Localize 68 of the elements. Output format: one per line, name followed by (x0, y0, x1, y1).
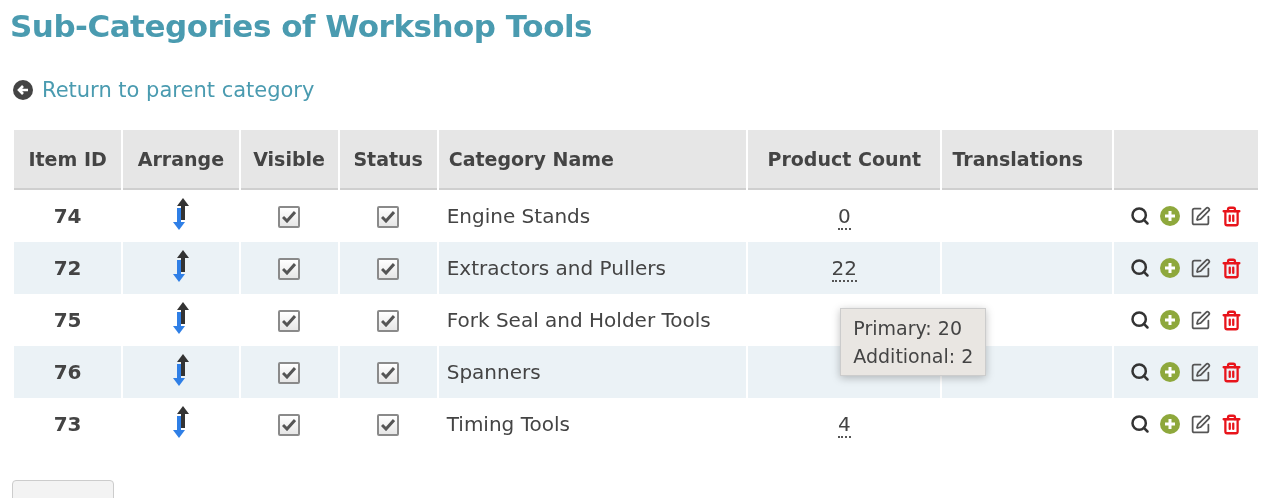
product-count[interactable]: 22 (831, 256, 858, 282)
item-id: 74 (53, 204, 82, 228)
column-header: Item ID (14, 130, 122, 190)
search-icon[interactable] (1130, 414, 1151, 434)
item-id: 75 (53, 308, 82, 332)
category-name: Spanners (446, 360, 541, 384)
category-name: Extractors and Pullers (446, 256, 666, 280)
checkbox[interactable] (278, 310, 301, 333)
add-icon[interactable] (1160, 362, 1181, 382)
checkbox[interactable] (278, 362, 301, 385)
tooltip-line: Primary: 20 (853, 316, 963, 341)
edit-icon[interactable] (1190, 361, 1212, 383)
edit-icon[interactable] (1190, 257, 1212, 279)
edit-icon[interactable] (1190, 413, 1212, 435)
checkbox[interactable] (377, 258, 400, 281)
trash-icon[interactable] (1221, 361, 1243, 383)
checkmark-icon (381, 315, 396, 328)
product-count[interactable]: 4 (837, 412, 851, 438)
category-name: Fork Seal and Holder Tools (446, 308, 711, 332)
edit-icon[interactable] (1190, 309, 1212, 331)
category-name: Engine Stands (446, 204, 591, 228)
product-count[interactable]: 0 (837, 204, 851, 230)
add-icon[interactable] (1160, 310, 1181, 330)
checkbox[interactable] (377, 310, 400, 333)
checkmark-icon (282, 315, 297, 328)
item-id: 72 (53, 256, 82, 280)
checkbox[interactable] (278, 414, 301, 437)
column-header: Translations (942, 130, 1113, 190)
checkmark-icon (282, 211, 297, 224)
trash-icon[interactable] (1221, 309, 1243, 331)
sort-arrows-icon[interactable] (171, 353, 190, 386)
checkmark-icon (381, 367, 396, 380)
trash-icon[interactable] (1221, 257, 1243, 279)
checkmark-icon (282, 367, 297, 380)
category-name: Timing Tools (446, 412, 570, 436)
add-icon[interactable] (1160, 414, 1181, 434)
tooltip-line: Additional: 2 (853, 344, 974, 369)
checkbox[interactable] (377, 362, 400, 385)
sort-arrows-icon[interactable] (171, 301, 190, 334)
checkmark-icon (282, 419, 297, 432)
checkbox[interactable] (377, 206, 400, 229)
checkmark-icon (282, 263, 297, 276)
checkbox[interactable] (278, 206, 301, 229)
page-title: Sub-Categories of Workshop Tools (10, 8, 593, 44)
search-icon[interactable] (1130, 206, 1151, 226)
checkbox[interactable] (377, 414, 400, 437)
item-id: 73 (53, 412, 82, 436)
trash-icon[interactable] (1221, 413, 1243, 435)
checkmark-icon (381, 263, 396, 276)
sort-arrows-icon[interactable] (171, 249, 190, 282)
search-icon[interactable] (1130, 310, 1151, 330)
item-id: 76 (53, 360, 82, 384)
edit-icon[interactable] (1190, 205, 1212, 227)
column-header: Product Count (748, 130, 941, 190)
search-icon[interactable] (1130, 362, 1151, 382)
column-header: Status (339, 130, 437, 190)
trash-icon[interactable] (1221, 205, 1243, 227)
add-icon[interactable] (1160, 258, 1181, 278)
checkmark-icon (381, 211, 396, 224)
column-header: Visible (240, 130, 338, 190)
sort-arrows-icon[interactable] (171, 197, 190, 230)
column-header: Category Name (438, 130, 747, 190)
add-icon[interactable] (1160, 206, 1181, 226)
sort-arrows-icon[interactable] (171, 405, 190, 438)
column-header: Arrange (123, 130, 239, 190)
search-icon[interactable] (1130, 258, 1151, 278)
checkmark-icon (381, 419, 396, 432)
checkbox[interactable] (278, 258, 301, 281)
